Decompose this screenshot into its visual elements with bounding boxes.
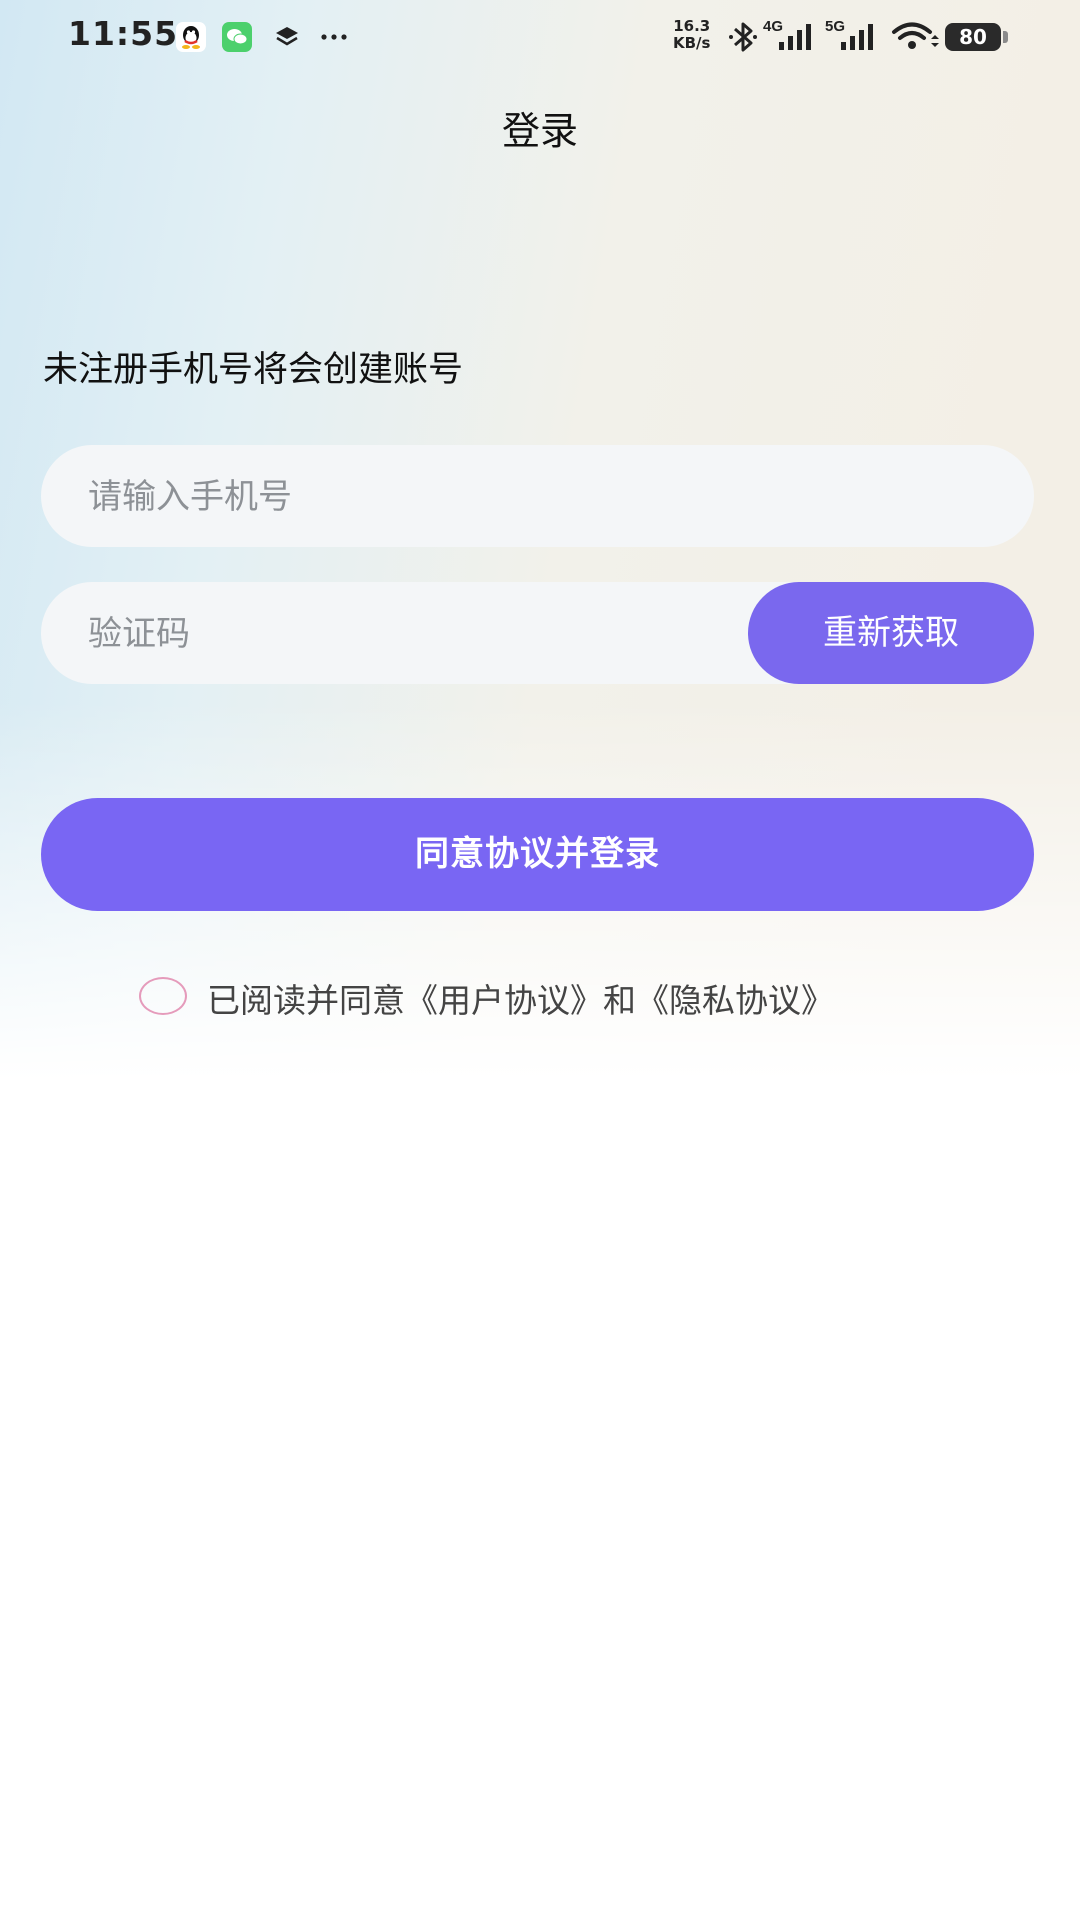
phone-field[interactable] <box>41 445 1034 549</box>
agreement-text[interactable]: 已阅读并同意《用户协议》和《隐私协议》 <box>207 974 834 1022</box>
page-title: 登录 <box>501 109 578 153</box>
signal-4g-label: 4G <box>763 18 783 35</box>
agree-login-button[interactable]: 同意协议并登录 <box>41 798 1034 911</box>
more-icon <box>318 22 348 52</box>
net-speed-value: 16.3 <box>673 17 711 35</box>
battery-level: 80 <box>959 25 987 49</box>
wechat-icon <box>222 22 252 52</box>
net-speed-unit: KB/s <box>673 34 711 52</box>
resend-code-button[interactable]: 重新获取 <box>748 582 1034 684</box>
bluetooth-icon <box>726 18 760 60</box>
phone-input[interactable] <box>86 445 730 549</box>
signal-icon: 4G <box>763 18 821 60</box>
battery-tip <box>1003 31 1008 43</box>
agreement-row: 已阅读并同意《用户协议》和《隐私协议》 <box>0 972 1080 1022</box>
signal-icon: 5G <box>825 18 883 60</box>
wifi-icon <box>890 18 940 60</box>
layers-icon <box>272 22 302 52</box>
status-time: 11:55 <box>68 14 179 53</box>
agreement-radio[interactable] <box>139 977 187 1015</box>
net-speed: 16.3 KB/s <box>673 18 710 52</box>
background-gradient <box>0 0 1080 1100</box>
code-input[interactable] <box>86 582 730 686</box>
signal-5g-label: 5G <box>825 18 845 35</box>
qq-icon <box>176 22 206 52</box>
status-bar: 11:55 16.3 KB/s 4G 5G 80 <box>0 0 1080 75</box>
register-hint: 未注册手机号将会创建账号 <box>43 350 464 390</box>
